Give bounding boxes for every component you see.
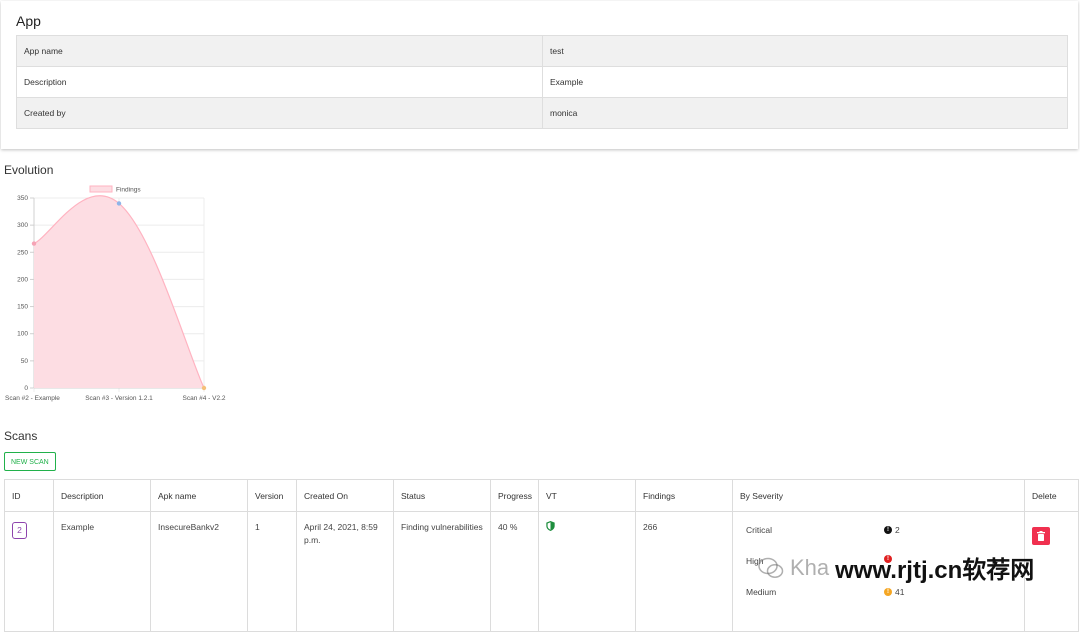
watermark-brand: www.rjtj.cn软荐网 [835,557,1035,584]
shield-icon[interactable] [546,521,555,531]
y-tick-label: 300 [17,222,28,229]
data-point [31,241,37,246]
col-id: ID [4,479,54,512]
col-findings: Findings [635,479,733,512]
watermark: Kha www.rjtj.cn软荐网 [758,550,1034,585]
evolution-title: Evolution [4,163,54,177]
app-name-label: App name [16,35,543,67]
new-scan-button[interactable]: NEW SCAN [4,452,56,471]
severity-count: 41 [895,587,905,597]
data-point [201,385,207,391]
critical-icon: ! [884,526,892,535]
evolution-chart: 0 50 100 150 200 250 300 350 Scan #2 - Example Sc… [5,185,226,402]
severity-label: Critical [746,525,772,535]
severity-label: Medium [746,587,777,597]
cell-findings: 266 [635,511,733,632]
cell-status: Finding vulnerabilities [393,511,491,632]
cell-progress: 40 % [490,511,539,632]
col-progress: Progress [490,479,539,512]
table-row: Description Example [16,66,1068,98]
y-tick-label: 0 [24,385,28,392]
table-row: App name test [16,35,1068,67]
created-by-value: monica [542,97,1068,129]
table-row: Created by monica [16,97,1068,129]
severity-row-critical: Critical ! 2 [740,512,1017,543]
app-card: App App name test Description Example Cr… [1,1,1078,149]
col-delete: Delete [1024,479,1079,512]
created-by-label: Created by [16,97,543,129]
legend-label: Findings [116,187,141,194]
table-header-row: ID Description Apk name Version Created … [4,479,1079,512]
description-value: Example [542,66,1068,98]
cell-version: 1 [247,511,297,632]
cell-vt [538,511,636,632]
cell-description: Example [53,511,151,632]
trash-icon [1037,531,1045,541]
description-label: Description [16,66,543,98]
col-status: Status [393,479,491,512]
col-description: Description [53,479,151,512]
col-apk-name: Apk name [150,479,248,512]
cell-created-on: April 24, 2021, 8:59 p.m. [296,511,394,632]
data-point [116,201,122,206]
app-info-table: App name test Description Example Create… [16,35,1068,129]
app-title: App [16,13,41,29]
y-tick-label: 100 [17,331,28,338]
col-vt: VT [538,479,636,512]
col-created-on: Created On [296,479,394,512]
scan-id-link[interactable]: 2 [12,522,27,539]
delete-button[interactable] [1032,527,1050,545]
x-tick-label: Scan #3 - Version 1.2.1 [85,395,153,402]
x-tick-label: Scan #2 - Example [5,395,60,402]
cell-apk-name: InsecureBankv2 [150,511,248,632]
x-tick-label: Scan #4 - V2.2 [183,395,226,402]
severity-count: 2 [895,525,900,535]
cell-id: 2 [4,511,54,632]
app-name-value: test [542,35,1068,67]
y-tick-label: 150 [17,304,28,311]
watermark-text: Kha [790,554,830,580]
y-tick-label: 250 [17,249,28,256]
medium-icon: ! [884,588,892,597]
col-version: Version [247,479,297,512]
col-by-severity: By Severity [732,479,1025,512]
wechat-icon [758,557,784,578]
y-tick-label: 200 [17,276,28,283]
legend-swatch [89,185,113,193]
y-tick-label: 50 [21,358,29,365]
scans-title: Scans [4,429,38,443]
y-tick-label: 350 [17,195,28,202]
findings-area [34,195,204,388]
